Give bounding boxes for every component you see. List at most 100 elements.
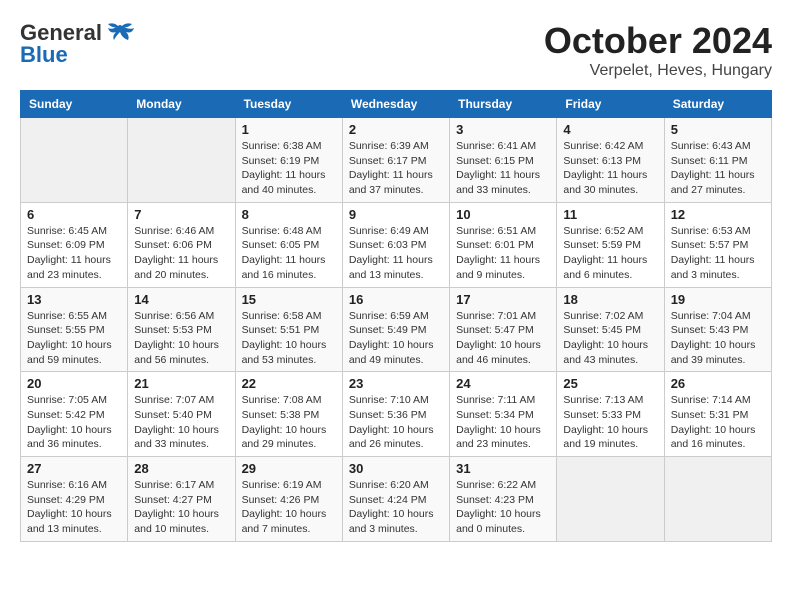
week-row-4: 20 Sunrise: 7:05 AM Sunset: 5:42 PM Dayli… [21, 372, 772, 457]
day-info: Sunrise: 7:10 AM Sunset: 5:36 PM Dayligh… [349, 393, 443, 452]
day-number: 5 [671, 122, 765, 137]
logo-bird-icon [108, 22, 136, 44]
page-header: General Blue October 2024 Verpelet, Heve… [20, 20, 772, 80]
calendar-cell: 26 Sunrise: 7:14 AM Sunset: 5:31 PM Dayli… [664, 372, 771, 457]
day-info: Sunrise: 7:07 AM Sunset: 5:40 PM Dayligh… [134, 393, 228, 452]
calendar-cell: 21 Sunrise: 7:07 AM Sunset: 5:40 PM Dayli… [128, 372, 235, 457]
day-info: Sunrise: 6:39 AM Sunset: 6:17 PM Dayligh… [349, 139, 443, 198]
day-info: Sunrise: 6:59 AM Sunset: 5:49 PM Dayligh… [349, 309, 443, 368]
day-info: Sunrise: 6:52 AM Sunset: 5:59 PM Dayligh… [563, 224, 657, 283]
day-info: Sunrise: 7:05 AM Sunset: 5:42 PM Dayligh… [27, 393, 121, 452]
col-thursday: Thursday [450, 91, 557, 118]
day-number: 10 [456, 207, 550, 222]
day-number: 7 [134, 207, 228, 222]
calendar-cell: 16Sunrise: 6:59 AM Sunset: 5:49 PM Dayli… [342, 287, 449, 372]
calendar-cell: 14 Sunrise: 6:56 AM Sunset: 5:53 PM Dayli… [128, 287, 235, 372]
day-number: 26 [671, 376, 765, 391]
week-row-1: 1Sunrise: 6:38 AM Sunset: 6:19 PM Daylig… [21, 118, 772, 203]
calendar-cell: 24 Sunrise: 7:11 AM Sunset: 5:34 PM Dayli… [450, 372, 557, 457]
day-number: 3 [456, 122, 550, 137]
day-info: Sunrise: 6:58 AM Sunset: 5:51 PM Dayligh… [242, 309, 336, 368]
calendar-cell: 11 Sunrise: 6:52 AM Sunset: 5:59 PM Dayli… [557, 202, 664, 287]
day-number: 22 [242, 376, 336, 391]
calendar-cell: 25Sunrise: 7:13 AM Sunset: 5:33 PM Dayli… [557, 372, 664, 457]
day-info: Sunrise: 6:41 AM Sunset: 6:15 PM Dayligh… [456, 139, 550, 198]
day-info: Sunrise: 6:55 AM Sunset: 5:55 PM Dayligh… [27, 309, 121, 368]
day-number: 31 [456, 461, 550, 476]
calendar-cell [664, 457, 771, 542]
day-info: Sunrise: 6:17 AM Sunset: 4:27 PM Dayligh… [134, 478, 228, 537]
calendar-cell: 18Sunrise: 7:02 AM Sunset: 5:45 PM Dayli… [557, 287, 664, 372]
calendar-cell: 29Sunrise: 6:19 AM Sunset: 4:26 PM Dayli… [235, 457, 342, 542]
week-row-3: 13Sunrise: 6:55 AM Sunset: 5:55 PM Dayli… [21, 287, 772, 372]
calendar-cell: 22 Sunrise: 7:08 AM Sunset: 5:38 PM Dayli… [235, 372, 342, 457]
calendar-cell: 20 Sunrise: 7:05 AM Sunset: 5:42 PM Dayli… [21, 372, 128, 457]
calendar-cell [557, 457, 664, 542]
day-info: Sunrise: 6:20 AM Sunset: 4:24 PM Dayligh… [349, 478, 443, 537]
day-number: 27 [27, 461, 121, 476]
col-tuesday: Tuesday [235, 91, 342, 118]
month-title: October 2024 [544, 20, 772, 62]
day-info: Sunrise: 6:22 AM Sunset: 4:23 PM Dayligh… [456, 478, 550, 537]
day-info: Sunrise: 6:48 AM Sunset: 6:05 PM Dayligh… [242, 224, 336, 283]
calendar-cell: 19Sunrise: 7:04 AM Sunset: 5:43 PM Dayli… [664, 287, 771, 372]
day-info: Sunrise: 6:45 AM Sunset: 6:09 PM Dayligh… [27, 224, 121, 283]
col-monday: Monday [128, 91, 235, 118]
calendar-cell: 7Sunrise: 6:46 AM Sunset: 6:06 PM Daylig… [128, 202, 235, 287]
day-info: Sunrise: 7:14 AM Sunset: 5:31 PM Dayligh… [671, 393, 765, 452]
day-number: 11 [563, 207, 657, 222]
calendar-cell [128, 118, 235, 203]
calendar-header-row: Sunday Monday Tuesday Wednesday Thursday… [21, 91, 772, 118]
day-info: Sunrise: 6:42 AM Sunset: 6:13 PM Dayligh… [563, 139, 657, 198]
title-section: October 2024 Verpelet, Heves, Hungary [544, 20, 772, 80]
day-info: Sunrise: 6:56 AM Sunset: 5:53 PM Dayligh… [134, 309, 228, 368]
calendar-cell: 31 Sunrise: 6:22 AM Sunset: 4:23 PM Dayli… [450, 457, 557, 542]
day-info: Sunrise: 6:38 AM Sunset: 6:19 PM Dayligh… [242, 139, 336, 198]
day-number: 24 [456, 376, 550, 391]
day-info: Sunrise: 7:01 AM Sunset: 5:47 PM Dayligh… [456, 309, 550, 368]
calendar-cell [21, 118, 128, 203]
col-wednesday: Wednesday [342, 91, 449, 118]
day-info: Sunrise: 7:02 AM Sunset: 5:45 PM Dayligh… [563, 309, 657, 368]
day-info: Sunrise: 6:49 AM Sunset: 6:03 PM Dayligh… [349, 224, 443, 283]
calendar-cell: 17 Sunrise: 7:01 AM Sunset: 5:47 PM Dayli… [450, 287, 557, 372]
calendar-cell: 15Sunrise: 6:58 AM Sunset: 5:51 PM Dayli… [235, 287, 342, 372]
col-friday: Friday [557, 91, 664, 118]
day-number: 14 [134, 292, 228, 307]
calendar-cell: 1Sunrise: 6:38 AM Sunset: 6:19 PM Daylig… [235, 118, 342, 203]
calendar-cell: 9Sunrise: 6:49 AM Sunset: 6:03 PM Daylig… [342, 202, 449, 287]
day-number: 2 [349, 122, 443, 137]
day-info: Sunrise: 7:11 AM Sunset: 5:34 PM Dayligh… [456, 393, 550, 452]
day-number: 23 [349, 376, 443, 391]
day-number: 25 [563, 376, 657, 391]
day-number: 8 [242, 207, 336, 222]
col-sunday: Sunday [21, 91, 128, 118]
calendar-cell: 30 Sunrise: 6:20 AM Sunset: 4:24 PM Dayli… [342, 457, 449, 542]
day-number: 6 [27, 207, 121, 222]
day-number: 19 [671, 292, 765, 307]
day-info: Sunrise: 6:16 AM Sunset: 4:29 PM Dayligh… [27, 478, 121, 537]
day-number: 21 [134, 376, 228, 391]
col-saturday: Saturday [664, 91, 771, 118]
calendar-cell: 13Sunrise: 6:55 AM Sunset: 5:55 PM Dayli… [21, 287, 128, 372]
day-info: Sunrise: 6:53 AM Sunset: 5:57 PM Dayligh… [671, 224, 765, 283]
week-row-5: 27 Sunrise: 6:16 AM Sunset: 4:29 PM Dayli… [21, 457, 772, 542]
day-number: 12 [671, 207, 765, 222]
calendar-cell: 3 Sunrise: 6:41 AM Sunset: 6:15 PM Daylig… [450, 118, 557, 203]
calendar-cell: 12 Sunrise: 6:53 AM Sunset: 5:57 PM Dayli… [664, 202, 771, 287]
day-info: Sunrise: 7:08 AM Sunset: 5:38 PM Dayligh… [242, 393, 336, 452]
day-number: 17 [456, 292, 550, 307]
calendar-cell: 4Sunrise: 6:42 AM Sunset: 6:13 PM Daylig… [557, 118, 664, 203]
day-number: 30 [349, 461, 443, 476]
calendar-cell: 6 Sunrise: 6:45 AM Sunset: 6:09 PM Daylig… [21, 202, 128, 287]
week-row-2: 6 Sunrise: 6:45 AM Sunset: 6:09 PM Daylig… [21, 202, 772, 287]
day-number: 20 [27, 376, 121, 391]
calendar-cell: 2 Sunrise: 6:39 AM Sunset: 6:17 PM Daylig… [342, 118, 449, 203]
calendar-cell: 5 Sunrise: 6:43 AM Sunset: 6:11 PM Daylig… [664, 118, 771, 203]
day-info: Sunrise: 6:51 AM Sunset: 6:01 PM Dayligh… [456, 224, 550, 283]
day-info: Sunrise: 6:43 AM Sunset: 6:11 PM Dayligh… [671, 139, 765, 198]
calendar-cell: 10 Sunrise: 6:51 AM Sunset: 6:01 PM Dayli… [450, 202, 557, 287]
calendar-cell: 28Sunrise: 6:17 AM Sunset: 4:27 PM Dayli… [128, 457, 235, 542]
calendar-cell: 23 Sunrise: 7:10 AM Sunset: 5:36 PM Dayli… [342, 372, 449, 457]
day-number: 29 [242, 461, 336, 476]
